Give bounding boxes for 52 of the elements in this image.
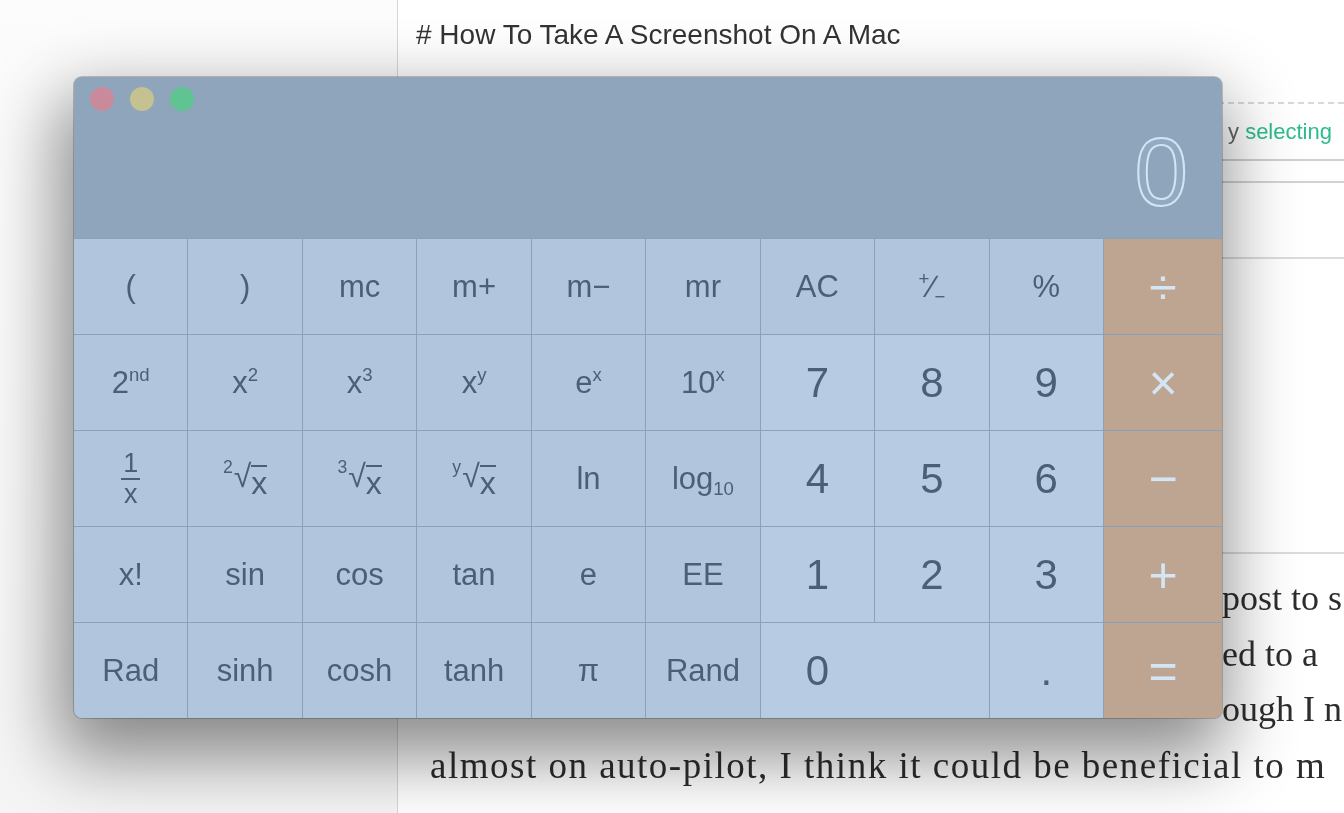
body-text: ed to a xyxy=(1222,633,1318,674)
function-key[interactable]: sin xyxy=(188,527,302,622)
function-key[interactable]: x$^{y}$ xyxy=(417,335,531,430)
text-link[interactable]: selecting xyxy=(1245,118,1332,144)
body-text: post to s xyxy=(1222,578,1343,618)
preview-text: y selecting xyxy=(1228,118,1332,145)
digit-key[interactable]: 7 xyxy=(760,335,875,430)
document-heading: # How To Take A Screenshot On A Mac xyxy=(415,18,902,52)
function-key[interactable]: ) xyxy=(188,239,302,334)
function-key[interactable]: tan xyxy=(417,527,531,622)
digit-key[interactable]: . xyxy=(989,623,1103,718)
digit-key[interactable]: 5 xyxy=(875,431,989,526)
function-key[interactable]: $^{+}$∕$_{−}$ xyxy=(875,239,989,334)
window-close-icon[interactable] xyxy=(90,87,114,111)
digit-key[interactable]: 9 xyxy=(989,335,1103,430)
function-key[interactable]: π xyxy=(531,623,646,718)
function-key[interactable]: mr xyxy=(646,239,760,334)
function-key[interactable]: tanh xyxy=(417,623,531,718)
digit-key[interactable]: 4 xyxy=(760,431,875,526)
function-key[interactable]: 10$^{x}$ xyxy=(646,335,760,430)
function-key[interactable]: x$^{2}$ xyxy=(188,335,302,430)
body-text: ough I n xyxy=(1222,689,1342,729)
function-key[interactable]: % xyxy=(989,239,1103,334)
digit-key[interactable]: 0 xyxy=(760,623,989,718)
function-key[interactable]: mc xyxy=(302,239,417,334)
body-text: almost on auto-pilot, I think it could be beneficial to m xyxy=(430,744,1327,786)
function-key[interactable]: ln xyxy=(531,431,646,526)
display-value: 0 xyxy=(1134,123,1188,220)
function-key[interactable]: EE xyxy=(646,527,760,622)
window-zoom-icon[interactable] xyxy=(170,87,194,111)
function-key[interactable]: Rad xyxy=(74,623,188,718)
function-key[interactable]: 2$^{nd}$ xyxy=(74,335,188,430)
function-key[interactable]: log$_{10}$ xyxy=(646,431,760,526)
function-key[interactable]: e xyxy=(531,527,646,622)
function-key[interactable]: AC xyxy=(760,239,875,334)
function-key[interactable]: x! xyxy=(74,527,188,622)
function-key[interactable]: cosh xyxy=(302,623,417,718)
digit-key[interactable]: 1 xyxy=(760,527,875,622)
function-key[interactable]: m− xyxy=(531,239,646,334)
function-key[interactable]: Rand xyxy=(646,623,760,718)
function-key[interactable]: cos xyxy=(302,527,417,622)
function-key[interactable]: m+ xyxy=(417,239,531,334)
function-key[interactable]: e$^{x}$ xyxy=(531,335,646,430)
digit-key[interactable]: 3 xyxy=(989,527,1103,622)
digit-key[interactable]: 8 xyxy=(875,335,989,430)
digit-key[interactable]: 2 xyxy=(875,527,989,622)
window-minimize-icon[interactable] xyxy=(130,87,154,111)
function-key[interactable]: x$^{3}$ xyxy=(302,335,417,430)
function-key[interactable]: ( xyxy=(74,239,188,334)
digit-key[interactable]: 6 xyxy=(989,431,1103,526)
function-key[interactable]: 1 x xyxy=(74,431,188,526)
function-key[interactable]: sinh xyxy=(188,623,302,718)
